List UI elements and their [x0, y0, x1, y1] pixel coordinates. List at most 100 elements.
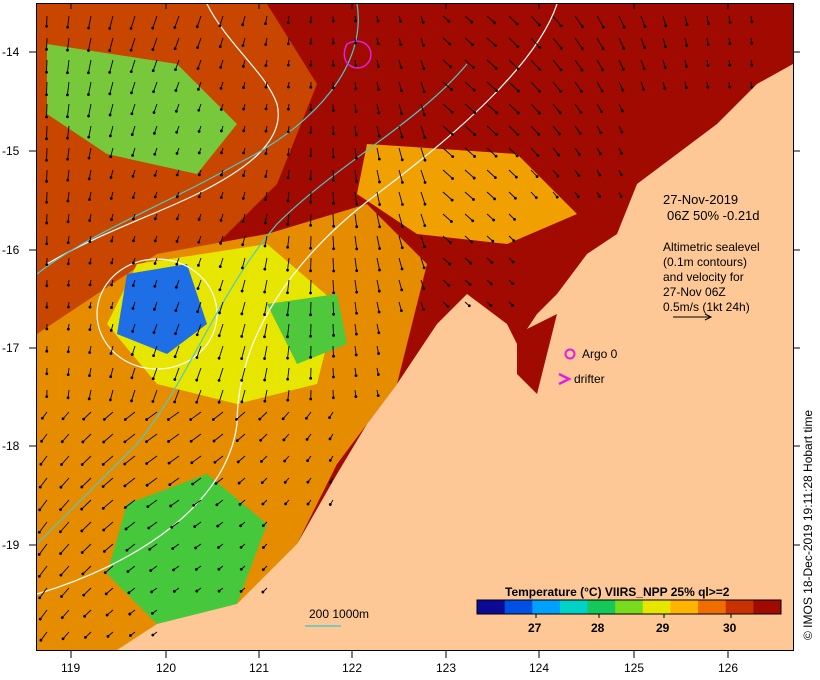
velocity-arrow-head — [264, 152, 268, 156]
velocity-arrow-head — [126, 570, 130, 573]
velocity-arrow-head — [491, 239, 495, 243]
velocity-arrow-head — [195, 25, 199, 29]
velocity-arrow-head — [103, 571, 107, 575]
velocity-arrow-head — [151, 69, 155, 73]
velocity-arrow-head — [196, 67, 200, 70]
velocity-arrow-head — [218, 45, 222, 48]
velocity-arrow-head — [87, 156, 91, 160]
velocity-arrow-head — [217, 589, 221, 593]
velocity-arrow-head — [66, 327, 70, 331]
velocity-arrow-head — [240, 266, 244, 270]
velocity-arrow-head — [286, 268, 289, 272]
velocity-arrow-head — [399, 20, 402, 23]
velocity-arrow-head — [241, 23, 245, 27]
velocity-arrow-head — [473, 111, 477, 114]
velocity-arrow-head — [282, 438, 286, 442]
velocity-arrow-head — [378, 203, 382, 206]
velocity-arrow-head — [175, 173, 179, 177]
velocity-arrow-head — [286, 130, 290, 134]
velocity-arrow-head — [423, 113, 426, 117]
date-label: 27-Nov-2019 — [663, 192, 738, 207]
velocity-arrow-head — [88, 219, 92, 222]
velocity-arrow-head — [109, 197, 113, 200]
velocity-arrow — [332, 323, 335, 336]
velocity-arrow-head — [197, 87, 200, 91]
velocity-arrow-head — [378, 268, 381, 272]
velocity-arrow-head — [472, 88, 476, 92]
velocity-arrow-head — [495, 133, 498, 136]
velocity-arrow-head — [328, 459, 332, 462]
velocity-arrow-head — [601, 47, 605, 51]
velocity-arrow-head — [131, 306, 135, 310]
velocity-arrow-head — [174, 68, 177, 72]
velocity-arrow-head — [514, 175, 518, 179]
velocity-arrow-head — [151, 377, 155, 381]
velocity-arrow-head — [194, 567, 198, 571]
velocity-arrow-head — [197, 218, 201, 221]
velocity-arrow-head — [66, 115, 69, 119]
velocity-arrow-head — [309, 108, 313, 112]
velocity-arrow-head — [175, 217, 179, 221]
velocity-arrow-head — [60, 595, 63, 598]
velocity-arrow-head — [309, 246, 312, 250]
velocity-arrow-head — [750, 63, 754, 67]
velocity-arrow-head — [286, 63, 290, 67]
velocity-arrow-head — [355, 202, 359, 206]
velocity-arrow-head — [217, 567, 221, 571]
velocity-arrow-head — [148, 547, 152, 551]
velocity-arrow-head — [558, 111, 562, 115]
velocity-arrow-head — [88, 351, 92, 354]
velocity-arrow-head — [45, 200, 49, 204]
colorbar-cell — [698, 600, 727, 614]
x-tick-label: 125 — [624, 661, 644, 675]
velocity-arrow-head — [195, 378, 199, 382]
velocity-arrow-head — [305, 416, 308, 420]
argo-label: Argo 0 — [582, 347, 618, 361]
velocity-arrow-head — [66, 178, 70, 182]
velocity-arrow-head — [37, 553, 41, 556]
velocity-arrow-head — [685, 44, 689, 47]
velocity-arrow-head — [241, 44, 245, 47]
velocity-arrow-head — [145, 440, 148, 444]
velocity-arrow-head — [263, 221, 267, 225]
velocity-arrow-head — [580, 89, 583, 93]
velocity-arrow-head — [537, 111, 541, 115]
velocity-arrow-head — [124, 527, 128, 531]
velocity-arrow-head — [40, 439, 44, 443]
velocity-arrow — [332, 345, 334, 357]
velocity-arrow-head — [259, 438, 262, 442]
velocity-arrow-head — [81, 440, 85, 444]
velocity-arrow-head — [511, 304, 514, 307]
velocity-arrow-head — [622, 46, 626, 50]
x-tick-label: 121 — [249, 661, 269, 675]
velocity-arrow-head — [516, 111, 520, 115]
velocity-arrow-head — [598, 173, 602, 177]
velocity-arrow-head — [643, 25, 647, 29]
velocity-arrow-head — [469, 261, 473, 265]
velocity-arrow-head — [220, 129, 223, 133]
velocity-arrow-head — [286, 356, 289, 360]
velocity-arrow-head — [59, 485, 63, 489]
velocity-arrow-head — [219, 196, 223, 199]
velocity-arrow-head — [490, 261, 494, 264]
velocity-arrow-head — [88, 374, 91, 378]
velocity-arrow-head — [400, 288, 404, 292]
velocity-arrow-head — [236, 460, 240, 464]
velocity-arrow-head — [260, 481, 264, 485]
velocity-arrow-head — [242, 151, 246, 155]
velocity-arrow-head — [378, 247, 382, 250]
velocity-arrow-head — [471, 219, 475, 223]
velocity-arrow-head — [287, 85, 290, 89]
velocity-arrow-head — [309, 154, 313, 158]
velocity-arrow-head — [354, 395, 358, 398]
velocity-arrow-head — [88, 240, 92, 244]
velocity-arrow-head — [400, 158, 404, 162]
velocity-arrow-head — [80, 485, 84, 489]
velocity-arrow-head — [263, 335, 266, 339]
altimetry-note-line-5: 0.5m/s (1kt 24h) — [663, 300, 750, 314]
velocity-arrow-head — [492, 218, 496, 222]
velocity-arrow-head — [66, 350, 70, 354]
colorbar-cell — [642, 600, 671, 614]
velocity-arrow-head — [175, 195, 179, 199]
velocity-arrow-head — [39, 462, 43, 466]
